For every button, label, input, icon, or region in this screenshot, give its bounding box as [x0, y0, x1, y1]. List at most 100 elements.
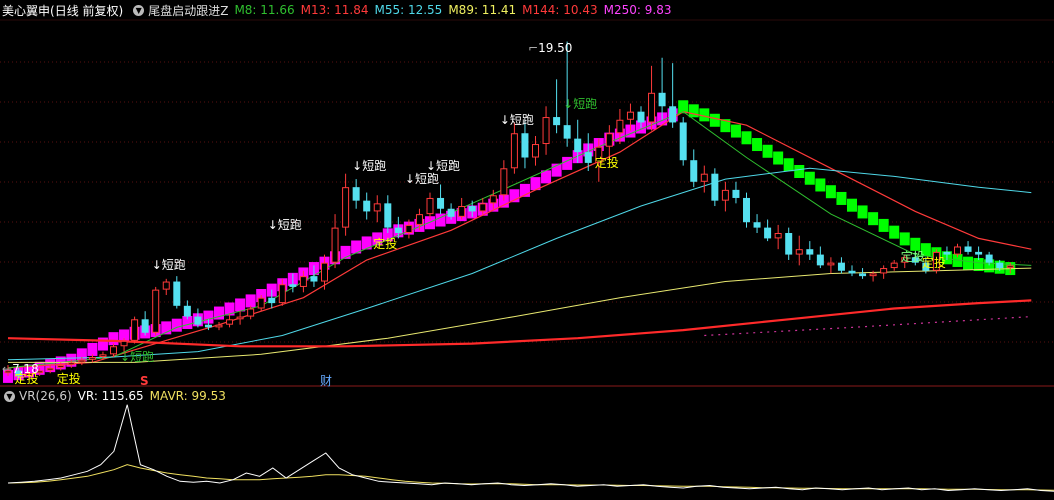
candle-body-up	[774, 233, 782, 239]
candle-body-up	[226, 319, 234, 325]
short-run-signal[interactable]: ↓短跑	[268, 218, 302, 232]
candle-body-down	[363, 200, 371, 212]
candle-body-up	[721, 189, 729, 201]
candle-body-up	[162, 281, 170, 290]
candle-body-down	[637, 111, 645, 123]
indicator-name[interactable]: 尾盘启动跟进Z	[148, 2, 228, 19]
candle-body-up	[57, 365, 65, 368]
candle-body-down	[310, 276, 318, 282]
candle-body-up	[257, 297, 265, 309]
candle-body-down	[848, 270, 856, 274]
candle-body-up	[458, 206, 466, 217]
candle-body-up	[373, 203, 381, 212]
ma-line-m89	[8, 267, 1032, 363]
candle-body-down	[996, 262, 1004, 269]
candle-body-down	[141, 319, 149, 333]
candle-body-up	[342, 187, 350, 228]
main-panel-header: 美心翼申 (日线 前复权) ▼ 尾盘启动跟进Z M8: 11.66 M13: 11…	[0, 0, 677, 20]
band-block-green	[868, 212, 879, 226]
short-run-signal-green[interactable]: ↓短跑	[120, 350, 154, 364]
ma-value: M55: 12.55	[374, 3, 443, 17]
band-block-green	[899, 232, 910, 246]
ma-line-m250	[704, 316, 1032, 337]
ma-value: M8: 11.66	[234, 3, 295, 17]
short-run-signal[interactable]: ↓短跑	[152, 258, 186, 272]
candle-body-up	[215, 324, 223, 328]
band-block-magenta	[245, 294, 256, 308]
candle-body-up	[78, 359, 86, 363]
candle-body-down	[859, 273, 867, 277]
candle-body-down	[806, 249, 814, 255]
candle-body-up	[67, 362, 75, 366]
band-block-magenta	[171, 318, 182, 332]
candle-body-down	[584, 152, 592, 163]
candle-body-up	[278, 284, 286, 304]
candle-body-down	[204, 324, 212, 328]
band-block-green	[825, 185, 836, 199]
candle-body-up	[236, 316, 244, 320]
candle-body-down	[764, 227, 772, 239]
candle-body-down	[658, 92, 666, 107]
dca-signal[interactable]: 定投	[595, 156, 619, 170]
candle-body-down	[975, 251, 983, 255]
candle-body-up	[88, 357, 96, 360]
candle-body-down	[964, 246, 972, 252]
candle-body-up	[299, 276, 307, 287]
candle-body-up	[247, 308, 255, 317]
stock-chart-window: 美心翼申 (日线 前复权) ▼ 尾盘启动跟进Z M8: 11.66 M13: 11…	[0, 0, 1054, 500]
dca-signal[interactable]: 定投	[922, 256, 946, 270]
band-block-green	[741, 131, 752, 145]
s-marker[interactable]: S	[140, 374, 149, 388]
candle-body-down	[268, 297, 276, 304]
finance-marker[interactable]: 财	[320, 374, 332, 388]
candle-body-down	[690, 160, 698, 182]
short-run-signal-green[interactable]: ↓短跑	[563, 97, 597, 111]
short-run-signal[interactable]: ↓短跑	[405, 172, 439, 186]
chevron-down-icon[interactable]: ▼	[133, 4, 145, 16]
band-block-green	[794, 164, 805, 178]
candle-body-up	[46, 367, 54, 371]
band-block-green	[709, 113, 720, 127]
vr-value: VR: 115.65	[77, 389, 144, 403]
dca-signal[interactable]: 定投	[373, 237, 397, 251]
chevron-down-icon[interactable]: ▼	[4, 390, 15, 402]
candle-body-up	[120, 340, 128, 347]
candle-body-down	[563, 125, 571, 139]
short-run-signal[interactable]: ↓短跑	[500, 113, 534, 127]
candle-body-down	[194, 316, 202, 325]
vr-indicator-name[interactable]: VR(26,6)	[19, 389, 72, 403]
price-chart-canvas[interactable]	[0, 0, 1054, 500]
vr-panel-header: ▼ VR(26,6) VR: 115.65 MAVR: 99.53	[0, 386, 232, 406]
candle-body-up	[890, 262, 898, 269]
candle-body-down	[553, 117, 561, 126]
candle-body-up	[99, 354, 107, 358]
band-block-magenta	[108, 332, 119, 346]
band-block-green	[910, 237, 921, 251]
candle-body-down	[384, 203, 392, 228]
ma-value: M144: 10.43	[522, 3, 598, 17]
period-label[interactable]: (日线 前复权)	[50, 2, 123, 19]
candle-body-up	[131, 319, 139, 341]
candle-body-up	[152, 289, 160, 333]
short-run-signal[interactable]: ↓短跑	[352, 159, 386, 173]
band-block-magenta	[87, 342, 98, 356]
candle-body-up	[954, 246, 961, 255]
candle-body-down	[352, 187, 360, 201]
dca-signal[interactable]: 定投	[57, 372, 81, 386]
candle-body-down	[173, 281, 181, 306]
vr-line	[7, 404, 1054, 492]
candle-body-down	[816, 254, 824, 266]
candle-body-up	[415, 214, 423, 225]
candle-body-down	[743, 197, 750, 223]
candle-body-down	[679, 122, 687, 161]
ma-value: M250: 9.83	[603, 3, 672, 17]
candle-body-down	[785, 233, 793, 255]
band-block-green	[963, 256, 974, 270]
dca-signal[interactable]: 定投	[15, 372, 39, 386]
dca-signal-green[interactable]: 定投	[901, 250, 925, 264]
ma-value: M13: 11.84	[300, 3, 369, 17]
short-run-signal[interactable]: ↓短跑	[426, 159, 460, 173]
high-price-label: ⌐19.50	[528, 41, 573, 55]
stock-title[interactable]: 美心翼申	[2, 2, 50, 19]
band-block-green	[878, 218, 889, 232]
